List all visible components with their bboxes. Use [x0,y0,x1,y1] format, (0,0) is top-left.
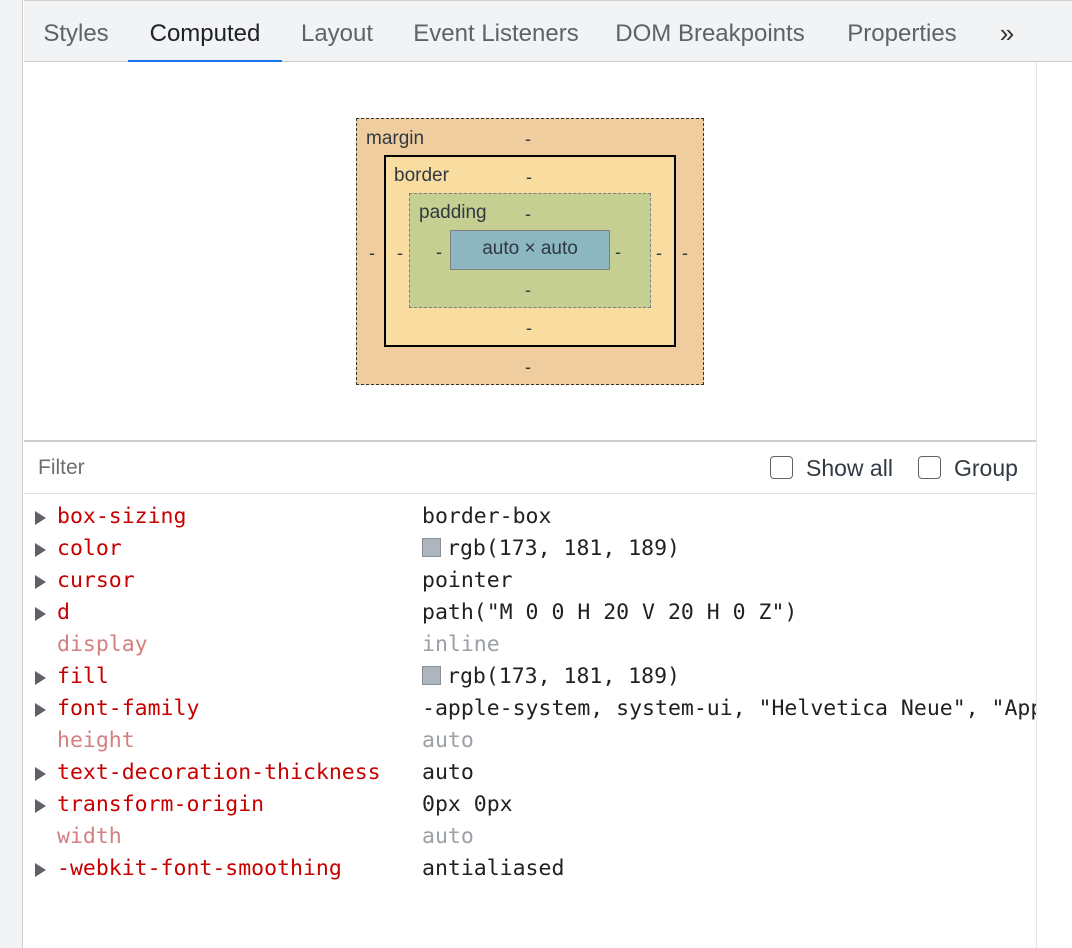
property-row[interactable]: fill rgb(173, 181, 189) [24,661,1036,693]
computed-properties-list: box-sizing border-box color rgb(173, 181… [24,500,1036,900]
property-name: text-decoration-thickness [57,760,381,785]
padding-left-value[interactable]: - [436,242,442,262]
property-value: auto [422,760,474,785]
margin-left-value[interactable]: - [369,243,375,263]
property-value: -apple-system, system-ui, "Helvetica Neu… [422,696,1036,721]
property-name: font-family [57,696,200,721]
color-swatch-icon[interactable] [422,538,441,557]
property-row[interactable]: color rgb(173, 181, 189) [24,533,1036,565]
property-value: inline [422,632,500,657]
filter-input[interactable] [38,452,738,484]
border-bottom-value[interactable]: - [526,318,532,338]
group-checkbox[interactable]: Group [918,455,1028,481]
property-value: path("M 0 0 H 20 V 20 H 0 Z") [422,600,798,625]
padding-top-value[interactable]: - [525,204,531,224]
property-value: pointer [422,568,513,593]
property-name: transform-origin [57,792,265,817]
box-model-border: border - - - - padding - - - - auto × au… [384,155,676,347]
property-name: box-sizing [57,504,187,529]
tab-styles[interactable]: Styles [28,1,124,62]
tab-layout[interactable]: Layout [292,1,382,62]
margin-right-value[interactable]: - [682,243,688,263]
property-name: display [57,632,148,657]
padding-right-value[interactable]: - [615,242,621,262]
box-model-padding: padding - - - - auto × auto [409,193,651,308]
property-row[interactable]: text-decoration-thickness auto [24,757,1036,789]
property-name: color [57,536,122,561]
margin-bottom-value[interactable]: - [525,357,531,377]
property-name: cursor [57,568,135,593]
property-name: -webkit-font-smoothing [57,856,342,881]
show-all-checkbox[interactable]: Show all [770,455,900,481]
property-row[interactable]: font-family -apple-system, system-ui, "H… [24,693,1036,725]
padding-label: padding [419,202,487,223]
box-model-section: margin - - - - border - - - - padding - … [24,62,1036,440]
border-left-value[interactable]: - [397,243,403,263]
property-value-container: rgb(173, 181, 189) [422,533,1036,565]
margin-top-value[interactable]: - [525,129,531,149]
property-name: fill [57,664,109,689]
border-right-value[interactable]: - [656,243,662,263]
expand-arrow-icon[interactable] [35,543,46,557]
devtools-panel: Styles Computed Layout Event Listeners D… [0,0,1072,948]
expand-arrow-icon[interactable] [35,767,46,781]
border-top-value[interactable]: - [526,167,532,187]
property-value: border-box [422,504,552,529]
tab-properties[interactable]: Properties [840,1,964,62]
property-row[interactable]: transform-origin 0px 0px [24,789,1036,821]
property-value-container: rgb(173, 181, 189) [422,661,1036,693]
property-value: rgb(173, 181, 189) [447,536,680,561]
panel-tabbar: Styles Computed Layout Event Listeners D… [24,0,1072,63]
property-value: rgb(173, 181, 189) [447,664,680,689]
expand-arrow-icon[interactable] [35,863,46,877]
tab-event-listeners[interactable]: Event Listeners [406,1,586,62]
expand-arrow-icon[interactable] [35,511,46,525]
filter-bar: Show all Group [24,442,1036,494]
group-label[interactable]: Group [954,455,1018,481]
property-row[interactable]: d path("M 0 0 H 20 V 20 H 0 Z") [24,597,1036,629]
show-all-label[interactable]: Show all [806,455,893,481]
property-row[interactable]: -webkit-font-smoothing antialiased [24,853,1036,885]
property-value: 0px 0px [422,792,513,817]
more-tabs-chevron-icon[interactable]: » [990,1,1024,62]
property-value: antialiased [422,856,565,881]
color-swatch-icon[interactable] [422,666,441,685]
expand-arrow-icon[interactable] [35,671,46,685]
expand-arrow-icon[interactable] [35,607,46,621]
margin-label: margin [366,128,425,149]
expand-arrow-icon[interactable] [35,575,46,589]
property-row[interactable]: display inline [24,629,1036,661]
scrollbar-track[interactable] [1036,0,1072,948]
tab-dom-breakpoints[interactable]: DOM Breakpoints [610,1,810,62]
property-name: height [57,728,135,753]
property-value: auto [422,824,474,849]
padding-bottom-value[interactable]: - [525,280,531,300]
expand-arrow-icon[interactable] [35,703,46,717]
property-row[interactable]: height auto [24,725,1036,757]
left-gutter [0,0,23,948]
property-row[interactable]: cursor pointer [24,565,1036,597]
border-label: border [394,165,449,186]
tab-computed[interactable]: Computed [128,1,282,63]
group-checkbox-box[interactable] [918,456,941,479]
box-model-margin: margin - - - - border - - - - padding - … [356,118,704,385]
property-name: d [57,600,70,625]
show-all-checkbox-box[interactable] [770,456,793,479]
property-row[interactable]: width auto [24,821,1036,853]
expand-arrow-icon[interactable] [35,799,46,813]
property-name: width [57,824,122,849]
property-value: auto [422,728,474,753]
property-row[interactable]: box-sizing border-box [24,501,1036,533]
box-model-content[interactable]: auto × auto [450,230,610,270]
